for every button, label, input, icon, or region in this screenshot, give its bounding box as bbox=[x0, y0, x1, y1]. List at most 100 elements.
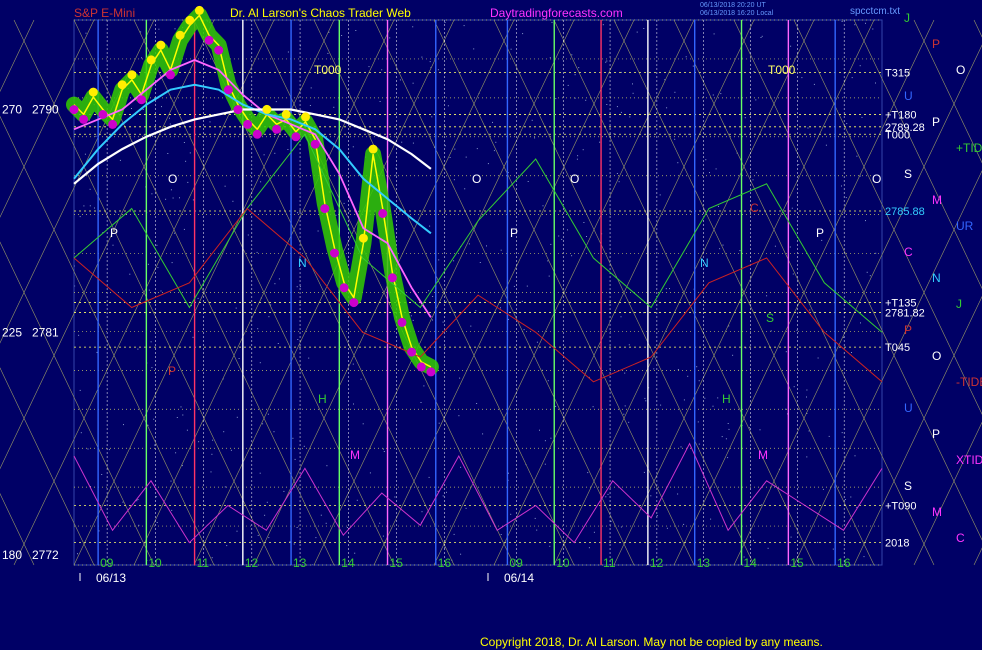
star bbox=[170, 189, 172, 191]
star bbox=[748, 427, 750, 429]
star bbox=[869, 275, 871, 277]
star bbox=[267, 413, 269, 415]
star bbox=[89, 205, 91, 207]
star bbox=[171, 262, 173, 264]
star bbox=[856, 155, 858, 157]
star bbox=[860, 322, 861, 324]
star bbox=[169, 123, 171, 125]
star bbox=[806, 456, 808, 458]
star bbox=[226, 545, 228, 547]
star bbox=[592, 406, 594, 408]
star bbox=[523, 329, 525, 331]
price-dot bbox=[166, 70, 175, 80]
hour-tick-label: 13 bbox=[293, 556, 307, 570]
star bbox=[444, 145, 446, 147]
star bbox=[197, 297, 199, 299]
price-dot bbox=[349, 298, 359, 308]
star bbox=[171, 509, 173, 511]
star bbox=[875, 252, 877, 254]
star bbox=[183, 142, 185, 143]
star bbox=[182, 414, 184, 416]
star bbox=[761, 504, 763, 506]
star bbox=[444, 22, 446, 23]
star bbox=[608, 291, 610, 293]
star bbox=[645, 400, 647, 402]
star bbox=[379, 101, 381, 102]
right-marker-label: XTIDE bbox=[956, 453, 982, 467]
right-marker-label: P bbox=[932, 427, 940, 441]
star bbox=[383, 451, 385, 452]
star bbox=[715, 168, 717, 170]
star bbox=[605, 496, 607, 498]
star bbox=[147, 263, 149, 265]
star bbox=[854, 455, 856, 457]
star bbox=[421, 56, 423, 58]
star bbox=[453, 260, 455, 262]
price-dot bbox=[79, 114, 89, 124]
star bbox=[274, 152, 276, 154]
star bbox=[643, 28, 645, 29]
price-dot bbox=[281, 109, 291, 119]
price-dot bbox=[69, 105, 79, 115]
star bbox=[238, 358, 240, 359]
star bbox=[721, 436, 723, 438]
in-chart-label: C bbox=[750, 201, 759, 215]
star bbox=[822, 488, 824, 490]
right-marker-label: O bbox=[932, 349, 941, 363]
star bbox=[620, 111, 622, 113]
star bbox=[356, 499, 358, 501]
star bbox=[851, 352, 852, 353]
star bbox=[289, 541, 291, 543]
star bbox=[293, 543, 295, 545]
star bbox=[760, 37, 762, 38]
star bbox=[174, 28, 176, 30]
star bbox=[296, 527, 298, 528]
right-marker-label: UR bbox=[956, 219, 974, 233]
price-dot bbox=[387, 273, 397, 283]
star bbox=[508, 472, 509, 474]
star bbox=[825, 144, 827, 146]
star bbox=[192, 336, 194, 338]
star bbox=[432, 296, 434, 297]
star bbox=[463, 25, 465, 27]
star bbox=[449, 157, 451, 158]
price-dot bbox=[368, 144, 378, 154]
star bbox=[211, 453, 213, 455]
star bbox=[636, 31, 638, 33]
price-dot bbox=[330, 248, 339, 258]
star bbox=[500, 300, 502, 302]
star bbox=[547, 260, 549, 262]
star bbox=[841, 432, 843, 434]
hour-tick-label: 15 bbox=[790, 556, 804, 570]
in-chart-label: S bbox=[766, 311, 774, 325]
star bbox=[861, 116, 863, 118]
star bbox=[586, 236, 587, 237]
star bbox=[487, 163, 489, 165]
star bbox=[79, 389, 81, 391]
star bbox=[148, 289, 150, 291]
star bbox=[727, 457, 729, 459]
star bbox=[212, 439, 214, 441]
star bbox=[531, 119, 533, 121]
star bbox=[277, 343, 279, 344]
star bbox=[259, 472, 261, 474]
header-site[interactable]: Daytradingforecasts.com bbox=[490, 6, 623, 20]
star bbox=[521, 300, 523, 302]
star bbox=[412, 82, 414, 84]
star bbox=[410, 315, 412, 317]
hour-tick-label: 14 bbox=[341, 556, 355, 570]
star bbox=[260, 181, 262, 183]
star bbox=[464, 188, 466, 190]
star bbox=[287, 149, 289, 150]
star bbox=[567, 84, 569, 86]
star bbox=[605, 61, 607, 63]
y-axis-price-label: 2781 bbox=[32, 325, 59, 339]
right-marker-label: P bbox=[932, 115, 940, 129]
star bbox=[571, 54, 573, 56]
star bbox=[287, 51, 289, 53]
star bbox=[421, 511, 423, 513]
star bbox=[236, 416, 238, 418]
star bbox=[80, 432, 82, 434]
star bbox=[583, 222, 585, 223]
star bbox=[172, 197, 174, 199]
